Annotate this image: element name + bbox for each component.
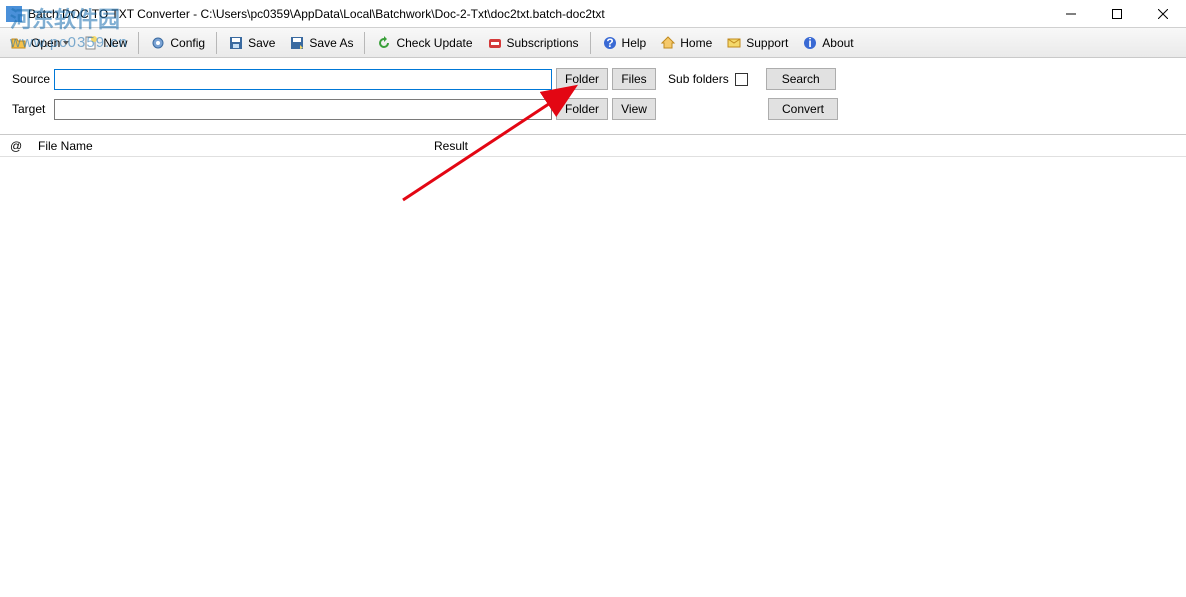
save-icon [228,35,244,51]
config-label: Config [170,36,205,50]
support-button[interactable]: Support [720,31,794,55]
subfolders-label: Sub folders [668,72,748,86]
toolbar-separator [138,32,139,54]
gear-icon [150,35,166,51]
toolbar-separator [216,32,217,54]
help-button[interactable]: ? Help [596,31,653,55]
target-input[interactable] [54,99,552,120]
table-header: @ File Name Result [0,135,1186,157]
about-label: About [822,36,853,50]
home-icon [660,35,676,51]
help-label: Help [622,36,647,50]
home-button[interactable]: Home [654,31,718,55]
window-title: Batch DOC TO TXT Converter - C:\Users\pc… [28,7,1048,21]
new-file-icon [83,35,99,51]
source-label: Source [12,72,54,86]
source-folder-button[interactable]: Folder [556,68,608,90]
chevron-down-icon [63,41,69,45]
new-button[interactable]: New [77,31,133,55]
svg-text:?: ? [606,36,613,50]
home-label: Home [680,36,712,50]
save-label: Save [248,36,275,50]
subs-label: Subscriptions [507,36,579,50]
col-filename[interactable]: File Name [38,139,434,153]
support-label: Support [746,36,788,50]
save-button[interactable]: Save [222,31,281,55]
mail-icon [726,35,742,51]
minimize-button[interactable] [1048,0,1094,28]
target-label: Target [12,102,54,116]
search-button[interactable]: Search [766,68,836,90]
convert-button[interactable]: Convert [768,98,838,120]
saveas-label: Save As [309,36,353,50]
info-icon: i [802,35,818,51]
col-at[interactable]: @ [10,139,38,153]
folder-open-icon [11,35,27,51]
toolbar-separator [364,32,365,54]
subfolders-checkbox[interactable] [735,73,748,86]
maximize-button[interactable] [1094,0,1140,28]
table-body [0,157,1186,597]
refresh-icon [376,35,392,51]
cart-icon [487,35,503,51]
open-button[interactable]: Open [5,31,75,55]
check-label: Check Update [396,36,472,50]
open-label: Open [31,36,60,50]
config-button[interactable]: Config [144,31,211,55]
target-view-button[interactable]: View [612,98,656,120]
saveas-icon [289,35,305,51]
about-button[interactable]: i About [796,31,859,55]
saveas-button[interactable]: Save As [283,31,359,55]
source-files-button[interactable]: Files [612,68,656,90]
app-icon [6,6,22,22]
svg-text:i: i [809,36,812,50]
close-button[interactable] [1140,0,1186,28]
source-input[interactable] [54,69,552,90]
subscriptions-button[interactable]: Subscriptions [481,31,585,55]
toolbar: Open New Config Save Save As Check Updat… [0,28,1186,58]
toolbar-separator [590,32,591,54]
check-update-button[interactable]: Check Update [370,31,478,55]
new-label: New [103,36,127,50]
target-folder-button[interactable]: Folder [556,98,608,120]
col-result[interactable]: Result [434,139,1186,153]
form-panel: Source Folder Files Sub folders Search T… [0,58,1186,135]
help-icon: ? [602,35,618,51]
titlebar: Batch DOC TO TXT Converter - C:\Users\pc… [0,0,1186,28]
